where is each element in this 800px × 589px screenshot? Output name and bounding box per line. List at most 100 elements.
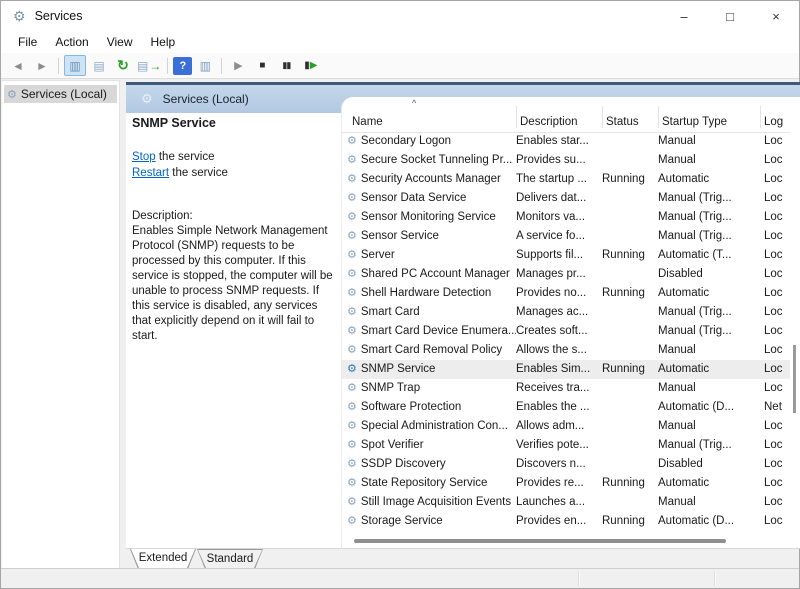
show-action-pane-icon[interactable]: ▥ (194, 55, 216, 76)
service-row[interactable]: ⚙Spot VerifierVerifies pote...Manual (Tr… (342, 436, 790, 455)
column-header-startup-type[interactable]: Startup Type (662, 116, 727, 128)
stop-link-suffix: the service (156, 151, 215, 163)
show-console-tree-icon[interactable]: ▥ (64, 55, 86, 76)
service-description-cell: Provides re... (516, 474, 602, 493)
horizontal-scrollbar[interactable] (344, 537, 788, 545)
service-row[interactable]: ⚙Sensor Monitoring ServiceMonitors va...… (342, 208, 790, 227)
service-row[interactable]: ⚙ServerSupports fil...RunningAutomatic (… (342, 246, 790, 265)
start-service-icon[interactable]: ▶ (227, 55, 249, 76)
help-icon[interactable]: ? (173, 57, 192, 75)
service-gear-icon: ⚙ (347, 512, 357, 531)
minimize-button[interactable]: – (661, 1, 707, 31)
service-name: Security Accounts Manager (361, 170, 501, 189)
service-name: Smart Card (361, 303, 420, 322)
service-status-cell (602, 379, 658, 398)
service-row[interactable]: ⚙Secondary LogonEnables star...ManualLoc (342, 132, 790, 151)
service-status-cell: Running (602, 284, 658, 303)
service-description-cell: Launches a... (516, 493, 602, 512)
toolbar: ◄►▥▤↻▤→?▥▶■▮▮▮▶ (1, 53, 799, 79)
service-startup-cell: Automatic (658, 284, 760, 303)
service-row[interactable]: ⚙Shell Hardware DetectionProvides no...R… (342, 284, 790, 303)
restart-service-glyph: ▶ (310, 60, 317, 71)
restart-service-icon[interactable]: ▮▶ (299, 55, 321, 76)
export-list-icon[interactable]: ▤→ (136, 55, 162, 76)
sort-ascending-icon: ^ (412, 98, 416, 108)
service-description-cell: The startup ... (516, 170, 602, 189)
service-logon-cell: Loc (760, 170, 790, 189)
service-status-cell: Running (602, 474, 658, 493)
service-row[interactable]: ⚙Special Administration Con...Allows adm… (342, 417, 790, 436)
menu-item-help[interactable]: Help (142, 33, 185, 51)
horizontal-scrollbar-thumb[interactable] (354, 539, 726, 543)
service-description-cell: Enables Sim... (516, 360, 602, 379)
service-status-cell (602, 341, 658, 360)
back-glyph: ◄ (12, 59, 24, 73)
service-startup-cell: Manual (Trig... (658, 303, 760, 322)
service-row[interactable]: ⚙SSDP DiscoveryDiscovers n...DisabledLoc (342, 455, 790, 474)
service-row[interactable]: ⚙Shared PC Account ManagerManages pr...D… (342, 265, 790, 284)
vertical-scrollbar-thumb[interactable] (793, 345, 796, 413)
column-separator[interactable] (516, 106, 517, 128)
menu-item-view[interactable]: View (98, 33, 142, 51)
column-header-log[interactable]: Log (764, 116, 783, 128)
service-startup-cell: Automatic (D... (658, 398, 760, 417)
restart-service-link[interactable]: Restart (132, 167, 169, 179)
close-button[interactable]: × (753, 1, 799, 31)
vertical-scrollbar[interactable] (790, 99, 800, 534)
service-startup-cell: Automatic (D... (658, 512, 760, 531)
service-row[interactable]: ⚙Storage ServiceProvides en...RunningAut… (342, 512, 790, 531)
service-row[interactable]: ⚙SNMP ServiceEnables Sim...RunningAutoma… (342, 360, 790, 379)
service-row[interactable]: ⚙Secure Socket Tunneling Pr...Provides s… (342, 151, 790, 170)
service-name: Storage Service (361, 512, 443, 531)
menu-bar: FileActionViewHelp (1, 31, 799, 53)
properties-icon[interactable]: ▤ (88, 55, 110, 76)
service-name: Secondary Logon (361, 132, 451, 151)
service-name: Software Protection (361, 398, 461, 417)
service-row[interactable]: ⚙Smart Card Removal PolicyAllows the s..… (342, 341, 790, 360)
service-logon-cell: Loc (760, 474, 790, 493)
service-row[interactable]: ⚙Smart CardManages ac...Manual (Trig...L… (342, 303, 790, 322)
tree-item-services-local[interactable]: ⚙ Services (Local) (4, 85, 117, 103)
refresh-icon[interactable]: ↻ (112, 55, 134, 76)
back-icon[interactable]: ◄ (7, 55, 29, 76)
service-status-cell (602, 455, 658, 474)
column-header-description[interactable]: Description (520, 116, 578, 128)
pause-service-icon[interactable]: ▮▮ (275, 55, 297, 76)
stop-service-icon[interactable]: ■ (251, 55, 273, 76)
column-header-name[interactable]: Name (352, 116, 383, 128)
service-row[interactable]: ⚙Sensor ServiceA service fo...Manual (Tr… (342, 227, 790, 246)
tab-extended[interactable]: Extended (130, 549, 196, 569)
console-tree: ⚙ Services (Local) (2, 80, 120, 569)
maximize-button[interactable]: □ (707, 1, 753, 31)
service-logon-cell: Loc (760, 246, 790, 265)
services-window: ⚙ Services –□× FileActionViewHelp ◄►▥▤↻▤… (0, 0, 800, 589)
service-row[interactable]: ⚙State Repository ServiceProvides re...R… (342, 474, 790, 493)
menu-item-file[interactable]: File (9, 33, 46, 51)
service-gear-icon: ⚙ (347, 151, 357, 170)
service-name: Sensor Service (361, 227, 439, 246)
service-gear-icon: ⚙ (347, 284, 357, 303)
service-row[interactable]: ⚙Smart Card Device Enumera...Creates sof… (342, 322, 790, 341)
service-status-cell (602, 265, 658, 284)
forward-icon[interactable]: ► (31, 55, 53, 76)
gear-icon: ⚙ (141, 91, 153, 107)
service-row[interactable]: ⚙Software ProtectionEnables the ...Autom… (342, 398, 790, 417)
service-row[interactable]: ⚙Security Accounts ManagerThe startup ..… (342, 170, 790, 189)
toolbar-separator (221, 58, 222, 74)
service-gear-icon: ⚙ (347, 341, 357, 360)
tab-standard[interactable]: Standard (197, 549, 263, 569)
column-separator[interactable] (658, 106, 659, 128)
menu-item-action[interactable]: Action (46, 33, 97, 51)
service-row[interactable]: ⚙Sensor Data ServiceDelivers dat...Manua… (342, 189, 790, 208)
gear-icon: ⚙ (7, 88, 17, 101)
column-separator[interactable] (602, 106, 603, 128)
column-header-status[interactable]: Status (606, 116, 639, 128)
service-row[interactable]: ⚙Still Image Acquisition EventsLaunches … (342, 493, 790, 512)
service-startup-cell: Automatic (T... (658, 246, 760, 265)
stop-service-link[interactable]: Stop (132, 151, 156, 163)
service-gear-icon: ⚙ (347, 360, 357, 379)
column-separator[interactable] (760, 106, 761, 128)
pause-service-glyph: ▮▮ (282, 60, 290, 71)
service-row[interactable]: ⚙SNMP TrapReceives tra...ManualLoc (342, 379, 790, 398)
service-startup-cell: Manual (658, 132, 760, 151)
